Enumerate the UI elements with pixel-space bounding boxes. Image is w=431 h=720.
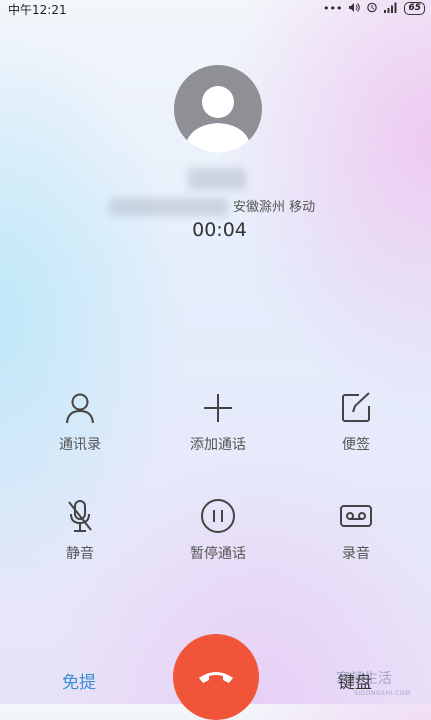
hold-button[interactable]: 暂停通话: [158, 498, 278, 563]
caller-location: 安徽滁州 移动: [233, 200, 316, 215]
watermark-sub: SIDONGSHI.COM: [354, 690, 411, 697]
blurred-caller-number: [110, 198, 228, 216]
add-call-button[interactable]: 添加通话: [158, 391, 278, 454]
battery-indicator: 65: [404, 2, 425, 15]
watermark: 塞顿生活: [336, 671, 392, 687]
mic-off-icon: [68, 500, 92, 532]
pause-icon: [201, 499, 235, 533]
call-duration: 00:04: [192, 219, 247, 241]
status-time: 中午12:21: [8, 3, 67, 17]
hold-label: 暂停通话: [190, 546, 246, 562]
blurred-caller-name: [188, 168, 246, 190]
notes-button[interactable]: 便签: [296, 391, 416, 454]
volume-icon: [348, 2, 361, 16]
notes-label: 便签: [342, 437, 370, 453]
contacts-button[interactable]: 通讯录: [20, 391, 140, 454]
contacts-label: 通讯录: [59, 437, 101, 453]
end-call-button[interactable]: [173, 634, 259, 720]
signal-icon: [384, 2, 398, 16]
speaker-button[interactable]: 免提: [62, 668, 96, 693]
record-button[interactable]: 录音: [296, 498, 416, 563]
cassette-icon: [340, 505, 372, 527]
alarm-icon: [366, 1, 378, 16]
status-bar: 中午12:21 ••• 65: [0, 0, 431, 18]
mute-label: 静音: [66, 546, 94, 562]
caller-avatar: [174, 65, 262, 153]
edit-note-icon: [342, 392, 370, 422]
plus-icon: [204, 394, 232, 422]
add-call-label: 添加通话: [190, 437, 246, 453]
record-label: 录音: [342, 546, 370, 562]
status-icons: ••• 65: [323, 1, 425, 16]
person-icon: [66, 393, 94, 424]
person-avatar-icon: [184, 86, 252, 153]
more-dots: •••: [323, 2, 343, 15]
mute-button[interactable]: 静音: [20, 498, 140, 563]
hang-up-icon: [199, 672, 233, 683]
